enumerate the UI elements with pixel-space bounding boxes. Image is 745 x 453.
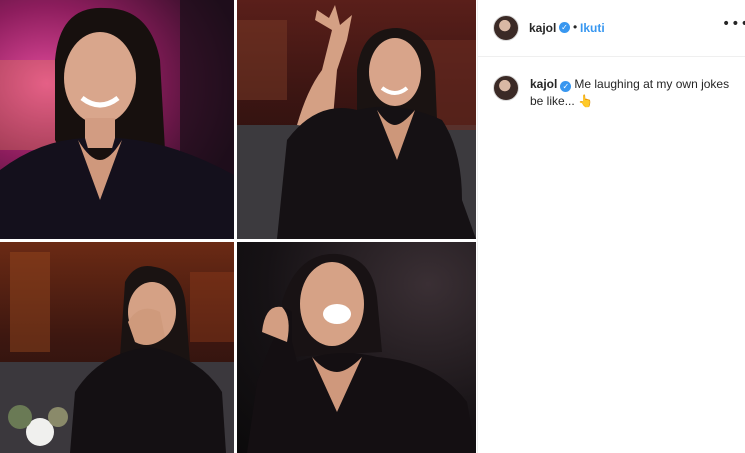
follow-link[interactable]: Ikuti [580, 21, 605, 35]
photo-panel-4 [237, 242, 476, 453]
header-username[interactable]: kajol [529, 21, 556, 35]
avatar[interactable] [493, 15, 519, 41]
smiling-portrait-image [0, 0, 234, 239]
caption-username[interactable]: kajol [530, 77, 557, 91]
verified-badge-icon: ✓ [560, 81, 572, 92]
fist-pump-laugh-image [247, 253, 476, 453]
photo-panel-1 [0, 0, 234, 239]
caption-text-block: kajol ✓ Me laughing at my own jokes be lik… [530, 76, 730, 110]
covering-face-laugh-image [0, 252, 234, 453]
photo-collage[interactable] [0, 0, 476, 453]
caption-avatar[interactable] [493, 75, 519, 101]
more-options-icon[interactable]: ••• [722, 16, 745, 32]
photo-panel-3 [0, 242, 234, 453]
pointing-up-icon: 👆 [578, 94, 593, 108]
post-sidebar: kajol ✓ • Ikuti ••• kajol✓Me laughing at… [477, 0, 745, 453]
photo-panel-2 [237, 0, 476, 239]
separator-dot: • [573, 20, 578, 34]
caption-text: Me laughing at my own jokes be like... [530, 77, 730, 108]
post-header: kajol ✓ • Ikuti ••• [478, 0, 745, 57]
verified-badge-icon: ✓ [559, 22, 570, 33]
hand-raised-laugh-image [237, 5, 476, 239]
